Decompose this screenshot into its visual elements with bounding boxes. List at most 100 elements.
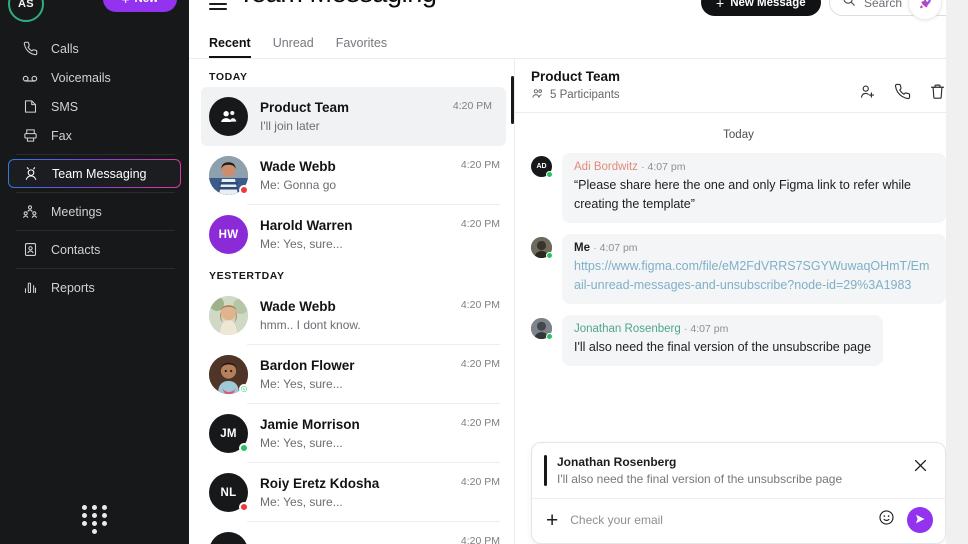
message-bubble: Me · 4:07 pm https://www.figma.com/file/… [562,234,946,304]
message-time: 4:07 pm [647,161,686,173]
conversation-text: Wade Webb hmm.. I dont know. [260,297,449,335]
avatar [209,296,248,335]
conversation-text: Roiy Eretz Kdosha Me: Yes, sure... [260,474,449,512]
contacts-icon [22,242,38,258]
avatar [209,355,249,394]
tab-favorites[interactable]: Favorites [336,36,387,58]
conversation-item[interactable]: Wade Webb Me: Gonna go 4:20 PM [189,146,514,205]
new-button[interactable]: + New [103,0,177,12]
sidebar-label: Voicemails [51,70,111,85]
avatar [531,237,553,259]
add-participant-icon[interactable] [859,83,876,100]
conversation-time: 4:20 PM [460,358,500,370]
sidebar-item-contacts[interactable]: Contacts [8,235,181,264]
message-composer: Jonathan Rosenberg I'll also need the fi… [531,442,946,544]
conversation-item-product-team[interactable]: Product Team I'll join later 4:20 PM [201,87,506,146]
meetings-icon [22,204,38,220]
sidebar-item-reports[interactable]: Reports [8,273,181,302]
tab-unread[interactable]: Unread [273,36,314,58]
message-row: Me · 4:07 pm https://www.figma.com/file/… [531,234,946,304]
message-link[interactable]: https://www.figma.com/file/eM2FdVRRS7SGY… [574,257,934,295]
rocket-icon[interactable] [908,0,942,20]
sidebar-item-voicemails[interactable]: Voicemails [8,63,181,92]
conversation-name: Jamie Morrison [260,416,360,432]
conversation-text: Bardon Flower Me: Yes, sure... [260,356,449,394]
chat-actions [859,69,946,100]
divider [16,230,175,231]
user-avatar[interactable]: AS [8,0,44,22]
sidebar-item-meetings[interactable]: Meetings [8,197,181,226]
sidebar-item-team-messaging[interactable]: Team Messaging [8,159,181,188]
delete-icon[interactable] [929,83,946,100]
conversation-preview: Me: Yes, sure... [260,377,343,392]
send-button[interactable] [907,507,933,533]
new-message-button[interactable]: + New Message [701,0,821,16]
message-sender: Jonathan Rosenberg [574,323,681,335]
chat-panel: Product Team 5 Participants Today AD Adi… [511,59,968,544]
sidebar-item-sms[interactable]: SMS [8,92,181,121]
sidebar-top: AS + New [0,0,189,30]
tab-recent[interactable]: Recent [209,36,251,58]
avatar: NL [209,473,249,512]
search-box[interactable] [829,0,968,16]
conversation-item[interactable]: HW Harold Warren 4:20 PM [189,522,514,544]
plus-icon: + [716,0,725,11]
whatsapp-badge-icon [239,384,249,394]
avatar-initials: NL [220,486,237,499]
conversation-name: Wade Webb [260,298,336,314]
conversation-item[interactable]: HW Harold Warren Me: Yes, sure... 4:20 P… [189,205,514,264]
chat-title: Product Team [531,69,621,84]
message-sender: Adi Bordwitz [574,161,638,173]
chat-participants: 5 Participants [531,87,859,103]
message-row: AD Adi Bordwitz · 4:07 pm “Please share … [531,153,946,223]
status-badge [239,185,249,195]
composer-wrap: Jonathan Rosenberg I'll also need the fi… [515,442,968,544]
conversation-time: 4:20 PM [460,476,500,488]
message-input[interactable] [570,513,866,527]
group-icon [531,87,544,103]
message-meta: Me · 4:07 pm [574,242,934,254]
quoted-reply: Jonathan Rosenberg I'll also need the fi… [532,443,945,498]
message-meta: Adi Bordwitz · 4:07 pm [574,161,934,173]
message-bubble: Jonathan Rosenberg · 4:07 pm I'll also n… [562,315,884,366]
new-message-label: New Message [730,0,806,9]
conversation-item[interactable]: JM Jamie Morrison Me: Yes, sure... 4:20 … [189,404,514,463]
avatar-initials: HW [218,228,239,241]
quote-bar [544,455,547,486]
message-text: “Please share here the one and only Figm… [574,178,911,211]
sms-icon [22,99,38,115]
section-label-today: TODAY [209,71,248,83]
sidebar-item-fax[interactable]: Fax [8,121,181,150]
avatar: JM [209,414,249,453]
search-icon [842,0,856,12]
avatar: AD [531,156,553,178]
conversation-item[interactable]: NL Roiy Eretz Kdosha Me: Yes, sure... 4:… [189,463,514,522]
sidebar-label: Reports [51,280,95,295]
status-badge [239,443,249,453]
content-row: TODAY Product Team I'll join later 4:20 … [189,59,968,544]
plus-icon: + [122,0,130,6]
conversation-item[interactable]: Wade Webb hmm.. I dont know. 4:20 PM [189,286,514,345]
reports-icon [22,280,38,296]
dialpad-button[interactable] [0,505,189,534]
sidebar-item-calls[interactable]: Calls [8,34,181,63]
message-meta: Jonathan Rosenberg · 4:07 pm [574,323,871,335]
day-separator: Today [723,129,754,141]
message-thread: Today AD Adi Bordwitz · 4:07 pm “Please … [515,113,968,442]
fax-icon [22,128,38,144]
conversation-time: 4:20 PM [460,417,500,429]
menu-icon[interactable] [209,0,227,13]
status-badge [546,171,553,178]
conversation-text: Product Team I'll join later [260,98,441,136]
sidebar-nav: Calls Voicemails SMS Fax Team Messaging … [0,30,189,302]
close-icon[interactable] [910,455,931,481]
attach-plus-icon[interactable]: + [546,510,558,531]
conversation-item[interactable]: Bardon Flower Me: Yes, sure... 4:20 PM [189,345,514,404]
main-area: Team Messaging + New Message [189,0,968,544]
avatar-initials: JM [220,427,237,440]
conversation-time: 4:20 PM [460,218,500,230]
avatar [209,156,249,195]
top-bar: Team Messaging + New Message [189,0,968,30]
call-icon[interactable] [894,83,911,100]
emoji-icon[interactable] [878,509,895,531]
